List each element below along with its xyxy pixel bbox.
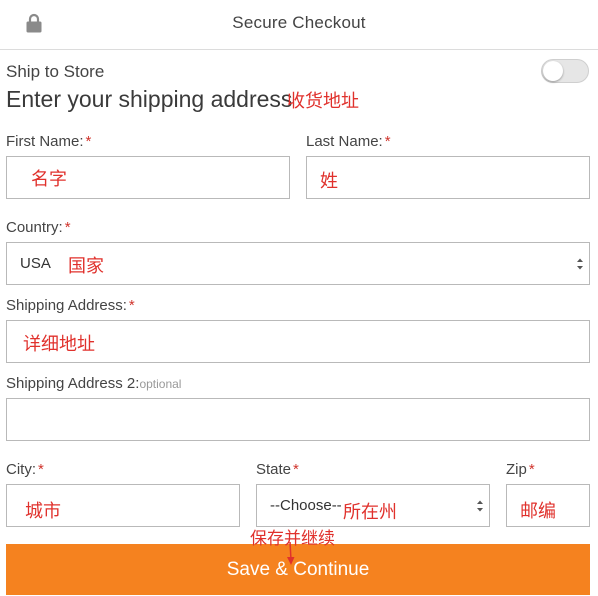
shipping-address-2-field[interactable] — [6, 398, 590, 441]
page-title: Secure Checkout — [232, 13, 366, 32]
last-name-field[interactable]: 姓 — [306, 156, 590, 199]
last-name-label: Last Name: * — [306, 133, 391, 150]
ship-to-store-toggle[interactable] — [541, 59, 589, 83]
select-arrows-icon — [477, 500, 483, 512]
zip-label: Zip * — [506, 461, 535, 478]
first-name-label: First Name: * — [6, 133, 92, 150]
country-annotation: 国家 — [68, 256, 104, 277]
city-annotation: 城市 — [25, 501, 61, 522]
city-label: City: * — [6, 461, 44, 478]
shipping-address-field[interactable]: 详细地址 — [6, 320, 590, 363]
state-annotation: 所在州 — [343, 502, 397, 523]
shipping-address-label: Shipping Address: * — [6, 297, 135, 314]
checkout-header: Secure Checkout — [0, 0, 598, 50]
ship-to-store-label: Ship to Store — [6, 62, 105, 81]
country-select[interactable]: USA 国家 — [6, 242, 590, 285]
state-label: State * — [256, 461, 299, 478]
shipping-address-annotation: 详细地址 — [23, 334, 95, 355]
save-continue-button[interactable]: Save & Continue — [6, 544, 590, 595]
section-heading: Enter your shipping address — [6, 86, 293, 112]
country-label: Country: * — [6, 219, 71, 236]
annotation-arrow-icon — [287, 542, 295, 565]
shipping-address-2-label: Shipping Address 2:optional — [6, 375, 182, 392]
zip-field[interactable]: 邮编 — [506, 484, 590, 527]
toggle-knob — [543, 61, 563, 81]
state-select[interactable]: --Choose-- 所在州 — [256, 484, 490, 527]
first-name-field[interactable]: 名字 — [6, 156, 290, 199]
state-value: --Choose-- — [270, 497, 342, 514]
first-name-annotation: 名字 — [31, 169, 67, 190]
heading-annotation: 收货地址 — [287, 91, 359, 112]
select-arrows-icon — [577, 258, 583, 270]
last-name-annotation: 姓 — [320, 171, 338, 192]
zip-annotation: 邮编 — [520, 501, 556, 522]
city-field[interactable]: 城市 — [6, 484, 240, 527]
country-value: USA — [20, 255, 51, 272]
